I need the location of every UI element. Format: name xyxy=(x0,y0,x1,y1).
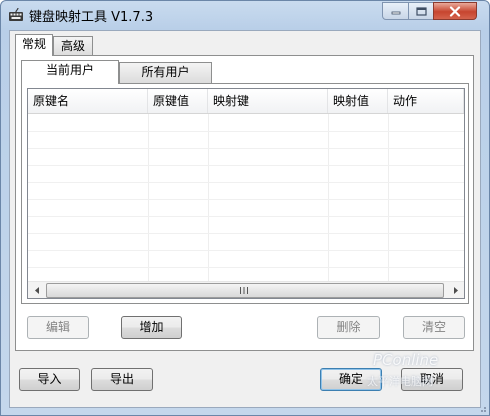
keyboard-icon xyxy=(8,7,24,23)
close-button[interactable] xyxy=(433,2,477,20)
clear-button[interactable]: 清空 xyxy=(403,316,465,339)
add-button[interactable]: 增加 xyxy=(121,316,182,339)
export-button[interactable]: 导出 xyxy=(91,368,153,391)
empty-grid-row xyxy=(28,233,464,251)
tab-all-users[interactable]: 所有用户 xyxy=(119,62,212,83)
resize-grip-icon[interactable] xyxy=(477,403,487,413)
tab-current-user[interactable]: 当前用户 xyxy=(21,60,119,84)
maximize-button[interactable] xyxy=(408,2,434,20)
key-mapping-list[interactable]: 原键名 原键值 映射键 映射值 动作 xyxy=(27,88,465,299)
scroll-thumb[interactable] xyxy=(46,283,444,298)
arrow-left-icon xyxy=(34,287,39,294)
grip-icon xyxy=(240,287,248,294)
column-header-original-key-name[interactable]: 原键名 xyxy=(28,89,148,113)
edit-button[interactable]: 编辑 xyxy=(27,316,89,339)
scroll-left-button[interactable] xyxy=(28,282,45,298)
cancel-button[interactable]: 取消 xyxy=(401,368,463,391)
dialog-client-area: 常规 高级 当前用户 所有用户 原键名 原键值 映射键 映射值 动作 编辑 增加… xyxy=(9,30,481,408)
ok-button[interactable]: 确定 xyxy=(320,368,382,391)
close-icon xyxy=(449,5,461,17)
empty-grid-row xyxy=(28,182,464,200)
minimize-icon xyxy=(391,11,400,15)
minimize-button[interactable] xyxy=(382,2,409,20)
empty-grid-row xyxy=(28,148,464,166)
delete-button[interactable]: 删除 xyxy=(317,316,380,339)
empty-grid-row xyxy=(28,131,464,149)
list-header: 原键名 原键值 映射键 映射值 动作 xyxy=(28,89,464,114)
empty-grid-row xyxy=(28,250,464,268)
column-header-original-key-value[interactable]: 原键值 xyxy=(148,89,208,113)
title-bar[interactable]: 键盘映射工具 V1.7.3 xyxy=(1,1,489,29)
column-header-mapped-key[interactable]: 映射键 xyxy=(208,89,328,113)
list-body[interactable] xyxy=(28,114,464,285)
scroll-right-button[interactable] xyxy=(447,282,464,298)
empty-grid-row xyxy=(28,216,464,234)
column-header-action[interactable]: 动作 xyxy=(388,89,464,113)
maximize-icon xyxy=(415,6,427,16)
tab-advanced[interactable]: 高级 xyxy=(53,36,93,56)
column-header-mapped-value[interactable]: 映射值 xyxy=(328,89,388,113)
app-window: 键盘映射工具 V1.7.3 常规 高级 当前用户 所有用户 原键名 原键值 映射… xyxy=(0,0,490,416)
arrow-right-icon xyxy=(453,287,458,294)
horizontal-scrollbar[interactable] xyxy=(28,281,464,298)
tab-general[interactable]: 常规 xyxy=(15,34,53,56)
empty-grid-row xyxy=(28,114,464,132)
empty-grid-row xyxy=(28,199,464,217)
import-button[interactable]: 导入 xyxy=(19,368,80,391)
window-title: 键盘映射工具 V1.7.3 xyxy=(29,10,154,25)
empty-grid-row xyxy=(28,165,464,183)
